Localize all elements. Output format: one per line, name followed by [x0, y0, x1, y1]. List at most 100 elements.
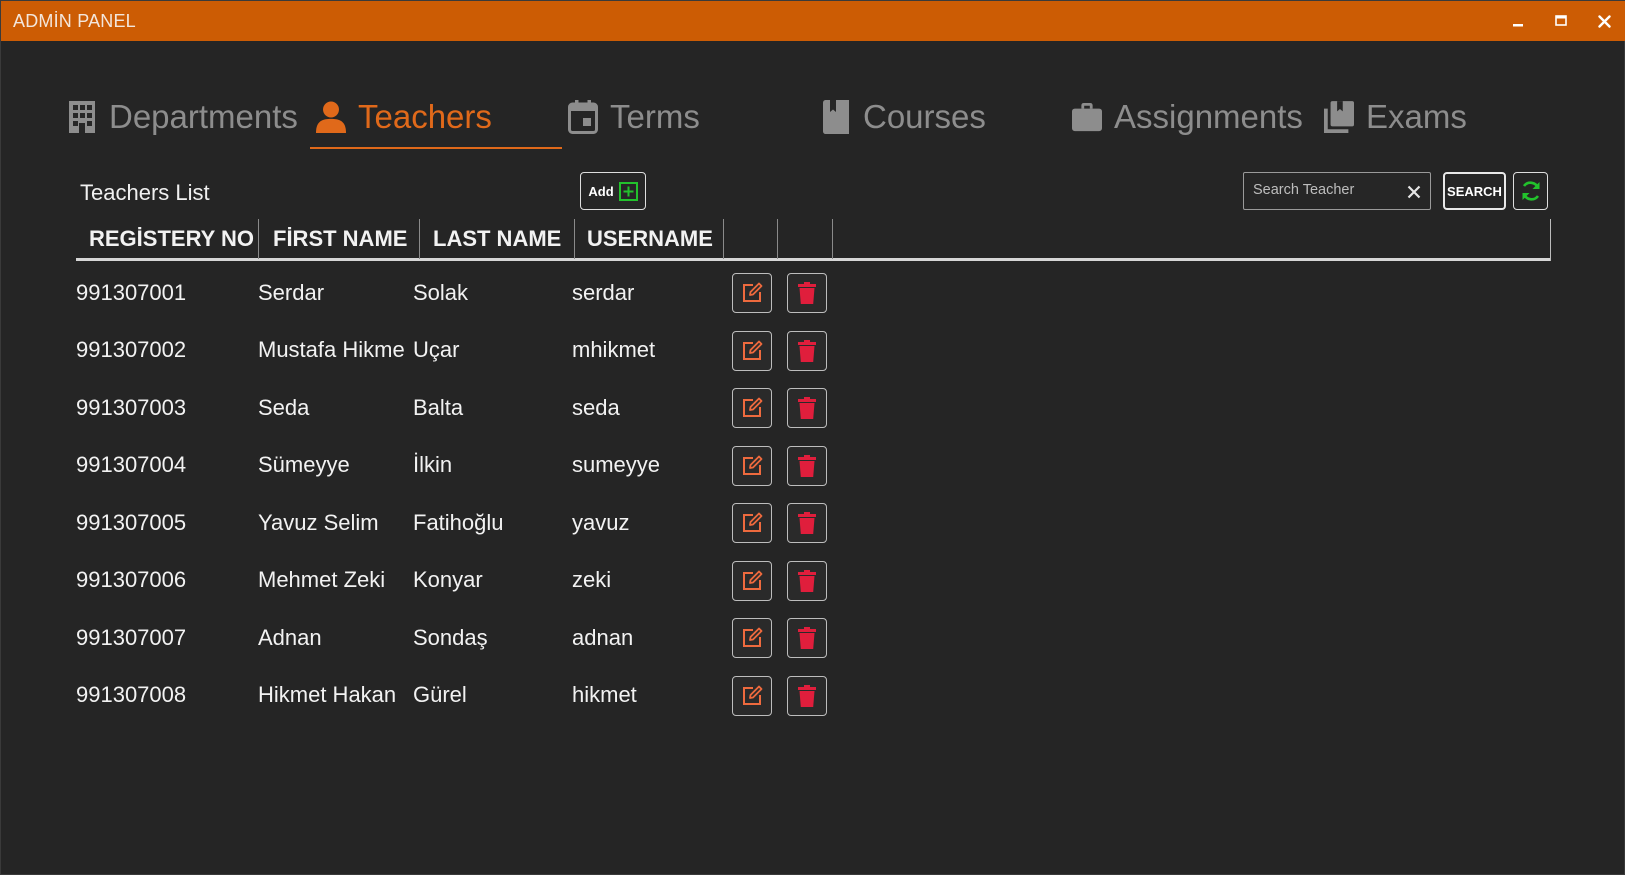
- table-row[interactable]: 991307008 Hikmet Hakan Gürel hikmet: [76, 667, 1551, 725]
- table-row[interactable]: 991307004 Sümeyye İlkin sumeyye: [76, 437, 1551, 495]
- table-row[interactable]: 991307007 Adnan Sondaş adnan: [76, 609, 1551, 667]
- edit-button[interactable]: [732, 560, 772, 601]
- tab-terms[interactable]: Terms: [568, 89, 700, 145]
- edit-button[interactable]: [732, 445, 772, 486]
- trash-icon: [798, 684, 816, 707]
- edit-icon: [743, 512, 763, 532]
- section-tabs: Departments Teachers Terms Courses Assig…: [1, 41, 1625, 153]
- edit-icon: [743, 570, 763, 590]
- cell-first-name: Mustafa Hikme: [258, 337, 405, 363]
- delete-button[interactable]: [787, 388, 827, 428]
- edit-button[interactable]: [732, 388, 772, 428]
- delete-button[interactable]: [787, 503, 827, 543]
- tab-assignments[interactable]: Assignments: [1072, 89, 1303, 145]
- cell-registery-no: 991307001: [76, 279, 187, 305]
- clear-icon: [1407, 185, 1421, 199]
- trash-icon: [798, 397, 816, 419]
- cell-registery-no: 991307006: [76, 567, 187, 593]
- delete-button[interactable]: [787, 675, 827, 716]
- add-button-label: Add: [588, 183, 614, 199]
- edit-button[interactable]: [732, 675, 772, 716]
- cell-last-name: Solak: [413, 279, 469, 305]
- column-header-delete[interactable]: [778, 219, 831, 259]
- tab-terms-label: Terms: [610, 98, 700, 135]
- briefcase-icon: [1072, 100, 1102, 134]
- cell-registery-no: 991307007: [76, 624, 187, 650]
- cell-username: seda: [572, 394, 620, 420]
- cell-username: serdar: [572, 279, 635, 305]
- plus-square-icon: [618, 181, 638, 201]
- clear-search-button[interactable]: [1404, 182, 1424, 202]
- table-row[interactable]: 991307006 Mehmet Zeki Konyar zeki: [76, 552, 1551, 610]
- cell-last-name: Sondaş: [413, 624, 488, 650]
- cell-username: mhikmet: [572, 337, 656, 363]
- cell-first-name: Hikmet Hakan: [258, 682, 397, 708]
- close-button[interactable]: [1584, 1, 1624, 41]
- delete-button[interactable]: [787, 618, 827, 658]
- edit-button[interactable]: [732, 618, 772, 658]
- cell-username: yavuz: [572, 509, 630, 535]
- trash-icon: [798, 512, 816, 534]
- trash-icon: [798, 339, 816, 362]
- table-row[interactable]: 991307002 Mustafa Hikme Uçar mhikmet: [76, 322, 1551, 380]
- cell-last-name: Gürel: [413, 682, 467, 708]
- delete-button[interactable]: [787, 445, 827, 486]
- trash-icon: [798, 627, 816, 649]
- person-icon: [316, 100, 346, 134]
- column-divider[interactable]: [832, 219, 833, 259]
- column-header-edit[interactable]: [724, 219, 777, 259]
- add-teacher-button[interactable]: Add: [580, 172, 646, 210]
- building-icon: [67, 100, 97, 134]
- column-header-username[interactable]: USERNAME: [574, 219, 722, 259]
- cell-first-name: Seda: [258, 394, 310, 420]
- column-divider[interactable]: [258, 219, 259, 259]
- column-header-first-name[interactable]: FİRST NAME: [260, 219, 420, 259]
- books-icon: [1324, 100, 1354, 134]
- edit-button[interactable]: [732, 273, 772, 313]
- edit-icon: [743, 397, 763, 417]
- teachers-table: REGİSTERY NO FİRST NAME LAST NAME USERNA…: [76, 219, 1551, 724]
- cell-username: adnan: [572, 624, 634, 650]
- cell-username: zeki: [572, 567, 612, 593]
- cell-username: sumeyye: [572, 452, 661, 478]
- search-button[interactable]: SEARCH: [1443, 172, 1506, 210]
- refresh-icon: [1522, 181, 1539, 201]
- trash-icon: [798, 282, 816, 304]
- edit-icon: [743, 627, 763, 647]
- calendar-icon: [568, 100, 598, 134]
- admin-panel-window: ADMİN PANEL Departments Teachers Terms C…: [0, 0, 1625, 875]
- maximize-button[interactable]: [1541, 1, 1581, 41]
- cell-registery-no: 991307003: [76, 394, 187, 420]
- search-input[interactable]: [1253, 179, 1403, 201]
- delete-button[interactable]: [787, 330, 827, 371]
- column-header-registery-no[interactable]: REGİSTERY NO: [76, 219, 258, 259]
- table-row[interactable]: 991307001 Serdar Solak serdar: [76, 264, 1551, 322]
- tab-assignments-label: Assignments: [1114, 98, 1303, 135]
- edit-button[interactable]: [732, 330, 772, 371]
- trash-icon: [798, 569, 816, 592]
- cell-first-name: Adnan: [258, 624, 322, 650]
- tab-courses[interactable]: Courses: [821, 89, 986, 145]
- cell-registery-no: 991307004: [76, 452, 187, 478]
- header-right-edge: [1550, 219, 1551, 261]
- edit-icon: [743, 455, 763, 475]
- edit-button[interactable]: [732, 503, 772, 543]
- column-header-last-name[interactable]: LAST NAME: [420, 219, 574, 259]
- tab-departments-label: Departments: [109, 98, 298, 135]
- tab-exams[interactable]: Exams: [1324, 89, 1467, 145]
- window-title: ADMİN PANEL: [13, 11, 136, 31]
- tab-departments[interactable]: Departments: [67, 89, 298, 145]
- tab-teachers[interactable]: Teachers: [316, 89, 492, 145]
- trash-icon: [798, 454, 816, 477]
- delete-button[interactable]: [787, 273, 827, 313]
- tab-courses-label: Courses: [863, 98, 986, 135]
- table-header: REGİSTERY NO FİRST NAME LAST NAME USERNA…: [76, 219, 1551, 261]
- delete-button[interactable]: [787, 560, 827, 601]
- edit-icon: [743, 340, 763, 360]
- minimize-icon: [1513, 24, 1523, 27]
- refresh-button[interactable]: [1513, 172, 1548, 210]
- minimize-button[interactable]: [1498, 1, 1538, 41]
- close-icon: [1597, 14, 1611, 28]
- table-row[interactable]: 991307003 Seda Balta seda: [76, 379, 1551, 437]
- table-row[interactable]: 991307005 Yavuz Selim Fatihoğlu yavuz: [76, 494, 1551, 552]
